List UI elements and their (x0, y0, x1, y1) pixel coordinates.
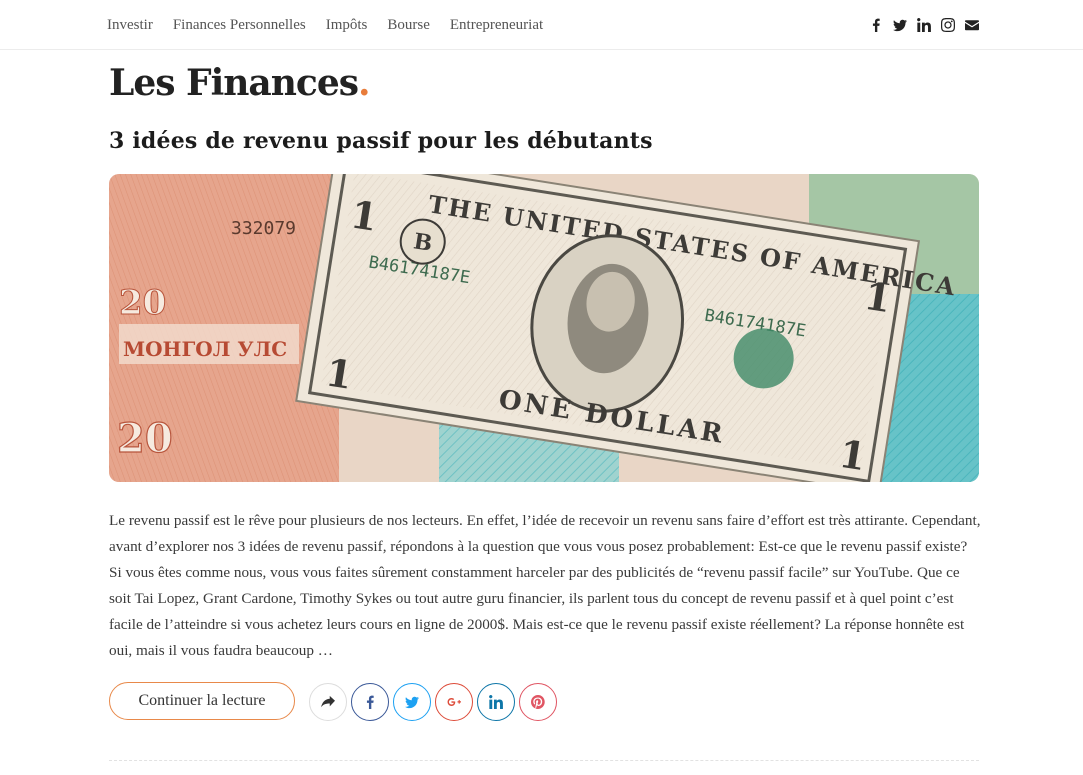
social-links (869, 0, 979, 50)
nav-item-investir[interactable]: Investir (107, 17, 153, 34)
nav-item-finances-personnelles[interactable]: Finances Personnelles (173, 17, 306, 34)
top-bar: Investir Finances Personnelles Impôts Bo… (0, 0, 1083, 50)
nav-item-bourse[interactable]: Bourse (387, 17, 430, 34)
google-plus-icon (447, 698, 461, 706)
linkedin-icon[interactable] (917, 18, 931, 32)
instagram-icon[interactable] (941, 18, 955, 32)
facebook-icon (366, 695, 374, 709)
linkedin-icon (489, 695, 503, 709)
svg-text:20: 20 (117, 415, 173, 462)
svg-text:20: 20 (119, 283, 166, 323)
share-linkedin-button[interactable] (477, 683, 515, 721)
banknotes-image: МОНГОЛ УЛС 20 20 332079 THE UNITED STATE… (109, 174, 979, 482)
featured-image[interactable]: МОНГОЛ УЛС 20 20 332079 THE UNITED STATE… (109, 174, 979, 482)
share-button[interactable] (309, 683, 347, 721)
main-nav: Investir Finances Personnelles Impôts Bo… (107, 0, 563, 50)
envelope-icon[interactable] (965, 18, 979, 32)
svg-text:332079: 332079 (231, 218, 296, 239)
share-pinterest-button[interactable] (519, 683, 557, 721)
facebook-icon[interactable] (869, 18, 883, 32)
twitter-icon[interactable] (893, 18, 907, 32)
twitter-icon (405, 696, 419, 709)
post-divider (109, 760, 979, 761)
nav-item-entrepreneuriat[interactable]: Entrepreneuriat (450, 17, 543, 34)
site-logo[interactable]: Les Finances. (109, 62, 371, 104)
nav-item-impots[interactable]: Impôts (326, 17, 368, 34)
site-logo-dot: . (358, 62, 371, 104)
share-icon (321, 695, 335, 708)
post-excerpt: Le revenu passif est le rêve pour plusie… (109, 512, 981, 659)
pinterest-icon (531, 695, 545, 709)
share-facebook-button[interactable] (351, 683, 389, 721)
continue-reading-button[interactable]: Continuer la lecture (109, 682, 295, 720)
share-twitter-button[interactable] (393, 683, 431, 721)
share-google-plus-button[interactable] (435, 683, 473, 721)
site-logo-text: Les Finances (109, 62, 359, 104)
post-title[interactable]: 3 idées de revenu passif pour les débuta… (109, 128, 653, 154)
share-buttons (309, 683, 557, 721)
svg-text:МОНГОЛ УЛС: МОНГОЛ УЛС (123, 337, 287, 361)
